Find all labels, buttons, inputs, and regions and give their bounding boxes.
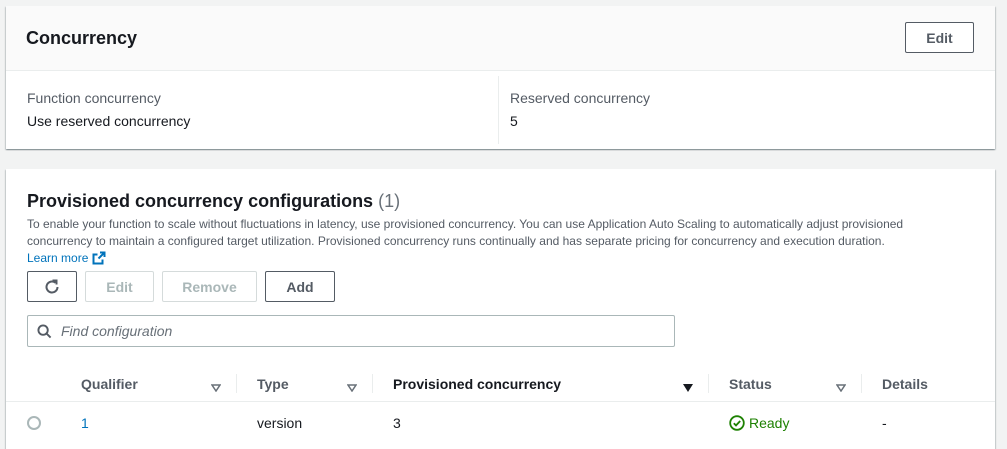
qualifier-link[interactable]: 1	[81, 415, 89, 431]
provisioned-concurrency-cell: 3	[393, 414, 401, 431]
reserved-concurrency-label: Reserved concurrency	[510, 90, 651, 106]
sort-icon-status[interactable]	[835, 379, 847, 395]
provisioned-description: To enable your function to scale without…	[27, 216, 967, 270]
function-concurrency-value: Use reserved concurrency	[27, 113, 191, 129]
concurrency-panel: Concurrency Edit Function concurrency Us…	[6, 6, 995, 149]
column-header-status[interactable]: Status	[729, 365, 772, 402]
details-cell: -	[882, 414, 887, 431]
function-concurrency-label: Function concurrency	[27, 90, 161, 106]
concurrency-header: Concurrency Edit	[6, 6, 995, 71]
edit-concurrency-button[interactable]: Edit	[905, 22, 974, 53]
find-configuration-input[interactable]	[61, 323, 641, 339]
search-icon	[37, 323, 52, 339]
column-header-details: Details	[882, 375, 928, 392]
column-divider	[498, 76, 499, 144]
sort-desc-icon-provisioned-concurrency[interactable]	[683, 379, 693, 395]
refresh-button[interactable]	[27, 271, 77, 302]
concurrency-title: Concurrency	[26, 28, 138, 48]
status-badge: Ready	[729, 415, 789, 431]
type-cell: version	[257, 414, 303, 431]
column-header-provisioned-concurrency[interactable]: Provisioned concurrency	[393, 365, 561, 402]
function-concurrency-field: Function concurrency Use reserved concur…	[27, 90, 190, 129]
column-header-qualifier[interactable]: Qualifier	[81, 365, 138, 402]
provisioned-title: Provisioned concurrency configurations (…	[27, 191, 400, 212]
qualifier-cell: 1	[81, 402, 89, 443]
column-separator	[372, 374, 373, 393]
sort-icon-qualifier[interactable]	[210, 379, 222, 395]
learn-more-link[interactable]: Learn more	[27, 251, 106, 265]
column-separator	[236, 374, 237, 393]
provisioned-description-text: To enable your function to scale without…	[27, 217, 904, 248]
external-link-icon	[92, 251, 106, 270]
reserved-concurrency-field: Reserved concurrency 5	[510, 90, 650, 129]
table-header: Qualifier Type Provisioned concurrency S…	[6, 365, 995, 402]
edit-configuration-button[interactable]: Edit	[85, 271, 154, 302]
reserved-concurrency-value: 5	[510, 113, 518, 129]
learn-more-label: Learn more	[27, 251, 89, 265]
add-configuration-button[interactable]: Add	[265, 271, 335, 302]
search-box	[27, 315, 675, 347]
provisioned-title-text: Provisioned concurrency configurations	[27, 191, 374, 211]
provisioned-concurrency-panel: Provisioned concurrency configurations (…	[6, 169, 995, 449]
status-cell: Ready	[729, 402, 789, 443]
table-row[interactable]: 1 version 3 Ready -	[6, 402, 995, 443]
remove-configuration-button[interactable]: Remove	[162, 271, 257, 302]
column-separator	[861, 374, 862, 393]
column-header-type[interactable]: Type	[257, 365, 289, 402]
provisioned-count: (1)	[378, 191, 401, 211]
refresh-icon	[43, 278, 61, 296]
status-text: Ready	[749, 414, 790, 431]
row-select-cell	[27, 402, 41, 443]
sort-icon-type[interactable]	[346, 379, 358, 395]
column-separator	[708, 374, 709, 393]
row-radio-button[interactable]	[27, 415, 41, 430]
check-circle-icon	[729, 414, 749, 431]
